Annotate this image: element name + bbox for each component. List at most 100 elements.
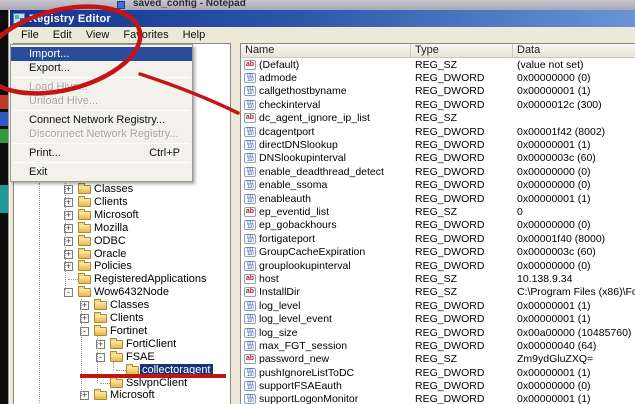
- tree-item-fsae[interactable]: -FSAE: [18, 351, 232, 364]
- value-name: ep_gobackhours: [259, 219, 411, 231]
- value-row-dc-agent-ignore-ip-list[interactable]: abdc_agent_ignore_ip_listREG_SZ: [241, 112, 635, 125]
- column-header-type[interactable]: Type: [411, 44, 513, 57]
- value-name: log_level_event: [259, 313, 411, 325]
- value-row-enable-deadthread-detect[interactable]: 011110enable_deadthread_detectREG_DWORD0…: [241, 165, 635, 178]
- value-data: (value not set): [513, 59, 635, 71]
- tree-item-classes[interactable]: +Classes: [18, 183, 232, 196]
- notepad-icon: [117, 1, 125, 9]
- menu-item-label: Print...: [29, 146, 141, 160]
- tree-item-wow6432node[interactable]: -Wow6432Node: [18, 286, 232, 299]
- notepad-window-title: saved_config - Notepad: [133, 0, 246, 9]
- menu-item-print[interactable]: Print...Ctrl+P: [11, 146, 192, 160]
- value-row-password-new[interactable]: abpassword_newREG_SZZm9ydGluZXQ=: [241, 353, 635, 366]
- value-data: 10.138.9.34: [513, 273, 635, 285]
- value-row-directdnslookup[interactable]: 011110directDNSlookupREG_DWORD0x00000001…: [241, 138, 635, 151]
- menubar-item-edit[interactable]: Edit: [46, 28, 79, 42]
- value-row-ep-eventid-list[interactable]: abep_eventid_listREG_SZ0: [241, 205, 635, 218]
- value-row-checkinterval[interactable]: 011110checkintervalREG_DWORD0x0000012c (…: [241, 98, 635, 111]
- background-notepad-titlebar[interactable]: saved_config - Notepad: [0, 0, 635, 10]
- value-name: grouplookupinterval: [259, 260, 411, 272]
- menubar-item-view[interactable]: View: [79, 28, 117, 42]
- value-row-supportlogonmonitor[interactable]: 011110supportLogonMonitorREG_DWORD0x0000…: [241, 393, 635, 404]
- value-row-dnslookupinterval[interactable]: 011110DNSlookupintervalREG_DWORD0x000000…: [241, 152, 635, 165]
- folder-icon: [78, 185, 91, 194]
- value-row-fortigateport[interactable]: 011110fortigateportREG_DWORD0x00001f40 (…: [241, 232, 635, 245]
- value-name: (Default): [259, 59, 411, 71]
- value-row-dcagentport[interactable]: 011110dcagentportREG_DWORD0x00001f42 (80…: [241, 125, 635, 138]
- menubar-item-file[interactable]: File: [14, 28, 46, 42]
- value-row-enableauth[interactable]: 011110enableauthREG_DWORD0x00000001 (1): [241, 192, 635, 205]
- column-header-data[interactable]: Data: [513, 44, 635, 57]
- menu-item-disconnect-network-registry[interactable]: Disconnect Network Registry...: [11, 127, 192, 141]
- tree-item-clients[interactable]: +Clients: [18, 196, 232, 209]
- tree-item-oracle[interactable]: +Oracle: [18, 248, 232, 261]
- menu-item-export[interactable]: Export...: [11, 61, 192, 75]
- tree-item-label: Clients: [92, 196, 130, 209]
- value-row--default-[interactable]: ab(Default)REG_SZ(value not set): [241, 58, 635, 71]
- menubar-item-help[interactable]: Help: [176, 28, 213, 42]
- value-type: REG_DWORD: [411, 219, 513, 231]
- tree-item-forticlient[interactable]: +FortiClient: [18, 338, 232, 351]
- tree-item-classes[interactable]: +Classes: [18, 299, 232, 312]
- tree-connector-line: [113, 362, 114, 370]
- tree-item-policies[interactable]: +Policies: [18, 260, 232, 273]
- registry-editor-icon: [13, 13, 25, 24]
- menu-item-load-hive[interactable]: Load Hive...: [11, 80, 192, 94]
- menubar-item-favorites[interactable]: Favorites: [116, 28, 175, 42]
- value-name: supportFSAEauth: [259, 380, 411, 392]
- value-data: 0x00000000 (0): [513, 166, 635, 178]
- value-row-groupcacheexpiration[interactable]: 011110GroupCacheExpirationREG_DWORD0x000…: [241, 245, 635, 258]
- value-type: REG_DWORD: [411, 340, 513, 352]
- value-data: 0x00000000 (0): [513, 260, 635, 272]
- value-row-enable-ssoma[interactable]: 011110enable_ssomaREG_DWORD0x00000000 (0…: [241, 179, 635, 192]
- value-row-host[interactable]: abhostREG_SZ10.138.9.34: [241, 272, 635, 285]
- tree-item-fortinet[interactable]: -Fortinet: [18, 325, 232, 338]
- screenshot-root: saved_config - Notepad Registry Editor F…: [0, 0, 635, 404]
- value-row-ep-gobackhours[interactable]: 011110ep_gobackhoursREG_DWORD0x00000000 …: [241, 219, 635, 232]
- menu-item-connect-network-registry[interactable]: Connect Network Registry...: [11, 113, 192, 127]
- value-row-callgethostbyname[interactable]: 011110callgethostbynameREG_DWORD0x000000…: [241, 85, 635, 98]
- value-row-max-fgt-session[interactable]: 011110max_FGT_sessionREG_DWORD0x00000040…: [241, 339, 635, 352]
- tree-item-mozilla[interactable]: +Mozilla: [18, 222, 232, 235]
- annotation-underline: [80, 374, 226, 378]
- value-row-log-level-event[interactable]: 011110log_level_eventREG_DWORD0x00000001…: [241, 312, 635, 325]
- value-row-log-level[interactable]: 011110log_levelREG_DWORD0x00000001 (1): [241, 299, 635, 312]
- tree-item-clients[interactable]: +Clients: [18, 312, 232, 325]
- value-row-pushignorelisttodc[interactable]: 011110pushIgnoreListToDCREG_DWORD0x00000…: [241, 366, 635, 379]
- pane-splitter[interactable]: [231, 43, 240, 404]
- menu-item-exit[interactable]: Exit: [11, 165, 192, 179]
- menu-item-import[interactable]: Import...: [11, 47, 192, 61]
- column-header-name[interactable]: Name: [241, 44, 411, 57]
- reg-sz-icon: ab: [244, 354, 256, 364]
- value-row-log-size[interactable]: 011110log_sizeREG_DWORD0x00a00000 (10485…: [241, 326, 635, 339]
- reg-sz-icon: ab: [244, 287, 256, 297]
- window-titlebar[interactable]: Registry Editor: [10, 10, 635, 27]
- value-data: 0x00001f40 (8000): [513, 233, 635, 245]
- menu-item-label: Exit: [29, 165, 180, 179]
- tree-item-sslvpnclient[interactable]: SslvpnClient: [18, 377, 232, 390]
- value-data: C:\Program Files (x86)\Fortinet: [513, 286, 635, 298]
- value-type: REG_DWORD: [411, 139, 513, 151]
- reg-dword-icon: 011110: [244, 140, 256, 150]
- tree-item-label: Mozilla: [92, 222, 130, 235]
- registry-values-pane: Name Type Data ab(Default)REG_SZ(value n…: [240, 43, 635, 404]
- value-name: pushIgnoreListToDC: [259, 367, 411, 379]
- tree-item-registeredapplications[interactable]: RegisteredApplications: [18, 273, 232, 286]
- reg-dword-icon: 011110: [244, 127, 256, 137]
- menu-item-label: Export...: [29, 61, 180, 75]
- tree-item-odbc[interactable]: +ODBC: [18, 235, 232, 248]
- value-row-grouplookupinterval[interactable]: 011110grouplookupintervalREG_DWORD0x0000…: [241, 259, 635, 272]
- value-row-admode[interactable]: 011110admodeREG_DWORD0x00000000 (0): [241, 71, 635, 84]
- value-row-supportfsaeauth[interactable]: 011110supportFSAEauthREG_DWORD0x00000000…: [241, 379, 635, 392]
- menu-separator: [13, 77, 190, 78]
- value-name: enable_deadthread_detect: [259, 166, 411, 178]
- tree-item-label: Classes: [92, 183, 135, 196]
- tree-item-label: Fortinet: [108, 325, 149, 338]
- menu-item-unload-hive[interactable]: Unload Hive...: [11, 94, 192, 108]
- tree-item-microsoft[interactable]: +Microsoft: [18, 209, 232, 222]
- value-data: 0x00a00000 (10485760): [513, 327, 635, 339]
- value-data: 0x00000000 (0): [513, 179, 635, 191]
- value-row-installdir[interactable]: abInstallDirREG_SZC:\Program Files (x86)…: [241, 286, 635, 299]
- tree-item-microsoft[interactable]: +Microsoft: [18, 389, 232, 402]
- value-data: 0x0000003c (60): [513, 152, 635, 164]
